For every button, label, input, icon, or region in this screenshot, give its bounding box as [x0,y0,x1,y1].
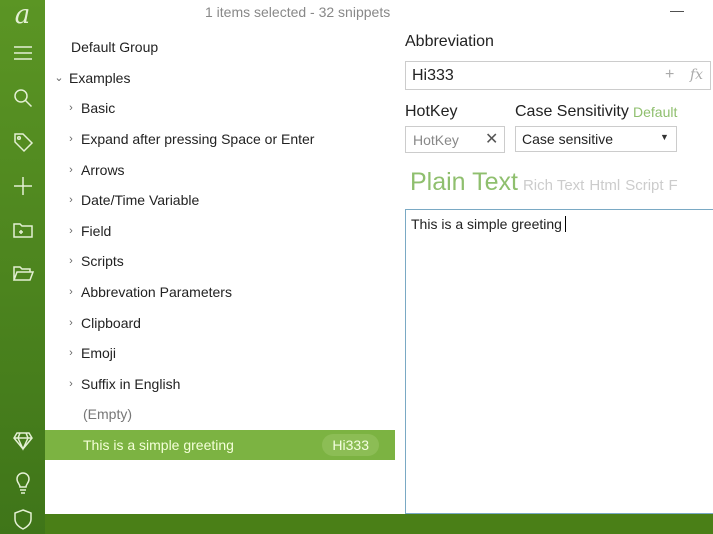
sidebar: a [0,0,45,534]
abbreviation-label: Abbreviation [405,33,494,50]
case-sensitivity-select[interactable]: Case sensitive ▼ [515,126,677,152]
minimize-button[interactable]: — [670,2,684,18]
text-cursor [564,216,570,232]
chevron-right-icon[interactable]: › [65,133,77,145]
label: Expand after pressing Space or Enter [81,131,315,148]
abbreviation-badge: Hi333 [322,434,379,457]
tree-item-group[interactable]: › Emoji [45,338,395,369]
label: Arrows [81,161,125,178]
hotkey-label: HotKey [405,103,458,120]
tree-item-examples[interactable]: ⌄ Examples [45,63,395,94]
chevron-right-icon[interactable]: › [65,286,77,298]
bottom-bar [45,514,713,534]
tag-icon[interactable] [0,127,45,157]
label: (Empty) [83,406,132,423]
function-icon[interactable]: fx [690,67,703,83]
menu-icon[interactable] [0,38,45,68]
abbreviation-value: Hi333 [412,67,454,84]
label: Field [81,222,112,239]
tab-more[interactable]: F [669,177,678,194]
tab-rich-text[interactable]: Rich Text [523,177,584,194]
chevron-right-icon[interactable]: › [65,102,77,114]
hotkey-placeholder: HotKey [413,132,459,148]
tree-item-group[interactable]: › Field [45,216,395,247]
tree-item-group[interactable]: › Scripts [45,246,395,277]
tree-item-default-group[interactable]: Default Group [45,32,395,63]
label: Scripts [81,253,124,270]
new-folder-icon[interactable] [0,215,45,245]
tab-html[interactable]: Html [589,177,620,194]
tree-item-empty[interactable]: (Empty) [45,399,395,430]
tree-item-group[interactable]: › Expand after pressing Space or Enter [45,124,395,155]
chevron-down-icon[interactable]: ⌄ [53,71,65,84]
tab-script[interactable]: Script [625,177,663,194]
logo-icon[interactable]: a [0,0,45,30]
chevron-right-icon[interactable]: › [65,317,77,329]
tree-item-group[interactable]: › Abbrevation Parameters [45,277,395,308]
search-icon[interactable] [0,83,45,113]
label: Abbrevation Parameters [81,284,232,301]
format-tabs: Plain Text Rich Text Html Script F [410,168,683,197]
chevron-right-icon[interactable]: › [65,347,77,359]
chevron-right-icon[interactable]: › [65,194,77,206]
case-sensitivity-label: Case Sensitivity [515,103,629,120]
selected-value: Case sensitive [522,131,614,147]
abbreviation-input[interactable]: Hi333 + fx [405,61,711,90]
case-default-link[interactable]: Default [633,104,677,120]
content-text: This is a simple greeting [411,216,562,232]
tree-item-group[interactable]: › Date/Time Variable [45,185,395,216]
dropdown-arrow-icon: ▼ [660,132,669,142]
diamond-icon[interactable] [0,425,45,455]
chevron-right-icon[interactable]: › [65,378,77,390]
chevron-right-icon[interactable]: › [65,255,77,267]
clear-icon[interactable]: ✕ [485,129,498,149]
tree-item-group[interactable]: › Arrows [45,154,395,185]
tree-item-group[interactable]: › Clipboard [45,307,395,338]
hotkey-input[interactable]: HotKey ✕ [405,126,505,153]
add-icon[interactable]: + [665,66,674,84]
snippet-editor: — Abbreviation Hi333 + fx HotKey HotKey … [396,0,713,514]
tree-item-group[interactable]: › Suffix in English [45,369,395,400]
label: Examples [69,69,131,86]
label: Date/Time Variable [81,192,200,209]
chevron-right-icon[interactable]: › [65,164,77,176]
label: Default Group [71,39,159,56]
label: This is a simple greeting [83,437,234,454]
label: Basic [81,100,116,117]
content-editor[interactable]: This is a simple greeting [405,209,713,514]
label: Clipboard [81,314,141,331]
label: Suffix in English [81,375,181,392]
tree-item-group[interactable]: › Basic [45,93,395,124]
selection-status: 1 items selected - 32 snippets [205,4,391,20]
open-folder-icon[interactable] [0,258,45,288]
add-icon[interactable] [0,171,45,201]
chevron-right-icon[interactable]: › [65,225,77,237]
tree-item-selected-snippet[interactable]: This is a simple greeting Hi333 [45,429,395,461]
shield-icon[interactable] [0,504,45,534]
tab-plain-text[interactable]: Plain Text [410,168,518,196]
lightbulb-icon[interactable] [0,468,45,498]
label: Emoji [81,345,117,362]
snippet-tree: Default Group ⌄ Examples › Basic › Expand af… [45,32,395,461]
